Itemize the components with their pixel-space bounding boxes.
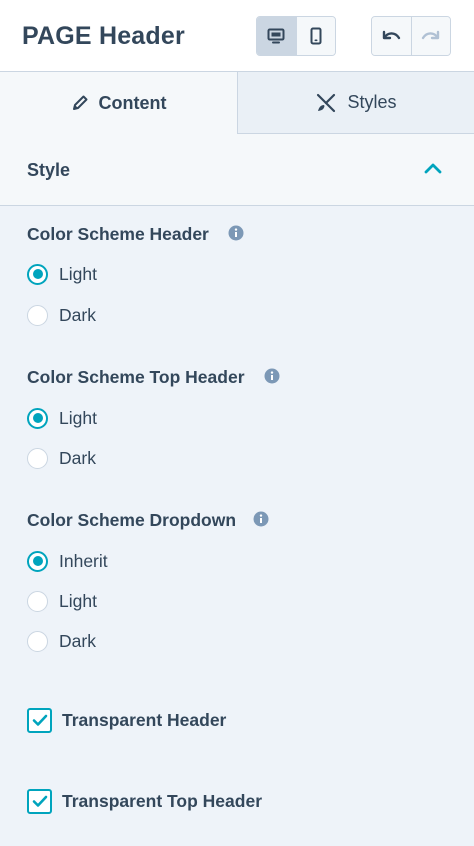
editor-tabs: Content Styles <box>0 72 474 134</box>
checkmark-icon <box>32 714 47 726</box>
style-section-header[interactable] <box>0 134 474 206</box>
mobile-preview-button[interactable] <box>295 17 335 55</box>
desktop-icon <box>267 28 285 44</box>
redo-icon <box>421 30 440 40</box>
radio-label: Light <box>59 263 97 284</box>
brush-ruler-icon <box>317 93 336 112</box>
radio-button-selected[interactable] <box>27 550 48 572</box>
redo-button[interactable] <box>410 17 450 55</box>
color-scheme-dropdown-label: Color Scheme Dropdown <box>27 510 237 530</box>
radio-label: Inherit <box>59 550 108 571</box>
radio-button-selected[interactable] <box>27 263 48 285</box>
info-icon[interactable] <box>264 368 280 384</box>
checkmark-icon <box>32 795 47 807</box>
tab-content-label: Content <box>98 92 167 113</box>
radio-button[interactable] <box>27 590 48 612</box>
radio-top-header-light[interactable]: Light <box>27 406 97 430</box>
color-scheme-top-header-label: Color Scheme Top Header <box>27 367 245 387</box>
history-controls <box>371 16 451 56</box>
tab-styles[interactable]: Styles <box>237 72 474 134</box>
color-scheme-header-label: Color Scheme Header <box>27 224 209 244</box>
chevron-up-icon[interactable] <box>423 161 443 175</box>
radio-dropdown-inherit[interactable]: Inherit <box>27 549 108 573</box>
radio-dropdown-light[interactable]: Light <box>27 589 97 613</box>
radio-label: Light <box>59 407 97 428</box>
checkbox-label: Transparent Header <box>62 709 227 730</box>
section-title: Style <box>27 160 71 180</box>
radio-dropdown-dark[interactable]: Dark <box>27 629 96 653</box>
radio-button[interactable] <box>27 630 48 652</box>
transparent-header-checkbox[interactable]: Transparent Header <box>27 707 226 733</box>
radio-label: Dark <box>59 304 96 325</box>
desktop-preview-button[interactable] <box>257 17 296 55</box>
undo-icon <box>383 30 401 40</box>
info-icon[interactable] <box>228 225 244 241</box>
radio-header-light[interactable]: Light <box>27 262 97 286</box>
radio-label: Dark <box>59 630 96 651</box>
pencil-icon <box>72 95 87 110</box>
mobile-icon <box>310 27 322 45</box>
page-title: PAGE Header <box>22 22 185 50</box>
device-toggle <box>256 16 336 56</box>
radio-top-header-dark[interactable]: Dark <box>27 446 96 470</box>
editor-header: PAGE Header <box>0 0 474 72</box>
undo-button[interactable] <box>372 17 411 55</box>
tab-content[interactable]: Content <box>0 72 237 134</box>
checkbox-label: Transparent Top Header <box>62 790 263 811</box>
radio-header-dark[interactable]: Dark <box>27 303 96 327</box>
radio-label: Dark <box>59 447 96 468</box>
checkbox-checked[interactable] <box>27 707 52 733</box>
tab-styles-label: Styles <box>347 92 397 112</box>
radio-button[interactable] <box>27 304 48 326</box>
checkbox-checked[interactable] <box>27 788 52 814</box>
info-icon[interactable] <box>253 511 269 527</box>
radio-label: Light <box>59 590 97 611</box>
radio-button[interactable] <box>27 447 48 469</box>
transparent-top-header-checkbox[interactable]: Transparent Top Header <box>27 788 262 814</box>
radio-button-selected[interactable] <box>27 407 48 429</box>
